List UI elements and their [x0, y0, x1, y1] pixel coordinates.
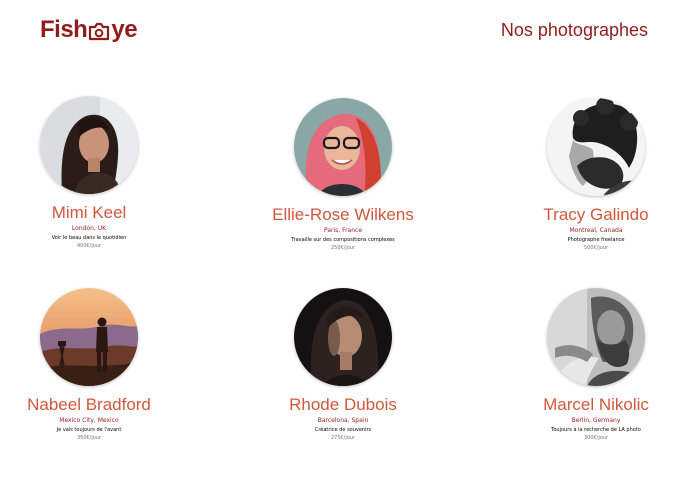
photographer-location: Barcelona, Spain	[317, 417, 369, 424]
logo[interactable]: Fish ye	[40, 16, 138, 44]
photographer-tagline: Toujours à la recherche de LA photo	[551, 427, 641, 433]
photographer-location: Paris, France	[323, 227, 363, 234]
logo-text-end: ye	[111, 16, 138, 43]
photographer-portrait[interactable]	[40, 96, 138, 194]
photographer-name[interactable]: Marcel Nikolic	[501, 395, 691, 415]
camera-icon	[88, 20, 110, 41]
photographer-location: Berlin, Germany	[571, 417, 621, 424]
photographer-portrait[interactable]	[547, 98, 645, 196]
photographer-card-nabeel-bradford[interactable]: Nabeel Bradford Mexico City, Mexico Je v…	[0, 288, 184, 442]
photographer-card-marcel-nikolic[interactable]: Marcel Nikolic Berlin, Germany Toujours …	[501, 288, 691, 442]
photographer-price: 500€/jour	[583, 245, 609, 251]
photographer-price: 350€/jour	[76, 435, 102, 441]
photographer-tagline: Créatrice de souvenirs	[314, 427, 372, 433]
page-title: Nos photographes	[500, 20, 648, 40]
logo-text-start: Fish	[40, 16, 88, 43]
photographer-portrait[interactable]	[547, 288, 645, 386]
photographer-card-mimi-keel[interactable]: Mimi Keel London, UK Voir le beau dans l…	[0, 96, 184, 250]
photographer-card-rhode-dubois[interactable]: Rhode Dubois Barcelona, Spain Créatrice …	[248, 288, 438, 442]
photographer-price: 250€/jour	[330, 245, 356, 251]
photographer-tagline: Photographe freelance	[567, 237, 625, 243]
photographer-location: Montreal, Canada	[569, 227, 623, 234]
photographer-portrait[interactable]	[294, 288, 392, 386]
photographer-name[interactable]: Nabeel Bradford	[0, 395, 184, 415]
photographer-price: 275€/jour	[330, 435, 356, 441]
photographer-tagline: Voir le beau dans le quotidien	[51, 235, 127, 241]
page: Fish ye Nos photographes Mimi Keel Londo…	[0, 0, 692, 492]
photographer-tagline: Je vais toujours de l'avant	[56, 427, 122, 433]
photographer-tagline: Travaille sur des compositions complexes	[291, 237, 395, 243]
photographer-portrait[interactable]	[40, 288, 138, 386]
photographer-location: London, UK	[71, 225, 107, 232]
photographer-price: 400€/jour	[76, 243, 102, 249]
photographer-card-tracy-galindo[interactable]: Tracy Galindo Montreal, Canada Photograp…	[501, 98, 691, 252]
photographer-location: Mexico City, Mexico	[59, 417, 119, 424]
photographer-name[interactable]: Mimi Keel	[0, 203, 184, 223]
photographer-price: 300€/jour	[583, 435, 609, 441]
photographer-portrait[interactable]	[294, 98, 392, 196]
photographer-name[interactable]: Rhode Dubois	[248, 395, 438, 415]
photographer-name[interactable]: Tracy Galindo	[501, 205, 691, 225]
photographer-name[interactable]: Ellie-Rose Wilkens	[248, 205, 438, 225]
photographer-card-ellie-rose-wilkens[interactable]: Ellie-Rose Wilkens Paris, France Travail…	[248, 98, 438, 252]
